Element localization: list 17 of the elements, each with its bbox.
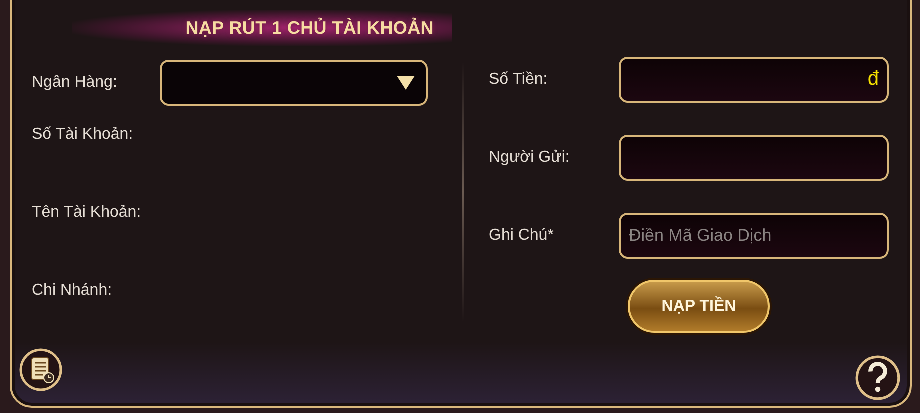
bank-dropdown[interactable] [160, 60, 428, 106]
dialog-title: NẠP RÚT 1 CHỦ TÀI KHOẢN [186, 16, 434, 40]
field-label: Người Gửi: [489, 148, 571, 168]
field-label: Tên Tài Khoản: [32, 203, 142, 223]
history-icon[interactable] [19, 348, 63, 392]
help-icon[interactable] [855, 355, 901, 401]
input-field[interactable] [619, 135, 889, 181]
dropdown-caret-icon [396, 75, 416, 91]
currency-symbol: đ [868, 67, 879, 91]
field-label: Số Tài Khoản: [32, 125, 134, 145]
deposit-button[interactable]: NẠP TIỀN [628, 280, 770, 333]
field-label: Ngân Hàng: [32, 73, 118, 93]
input-field[interactable]: Điền Mã Giao Dịch [619, 213, 889, 259]
field-label: Số Tiền: [489, 70, 549, 90]
field-label: Chi Nhánh: [32, 281, 114, 301]
field-label: Ghi Chú* [489, 226, 555, 246]
input-field[interactable] [619, 57, 889, 103]
